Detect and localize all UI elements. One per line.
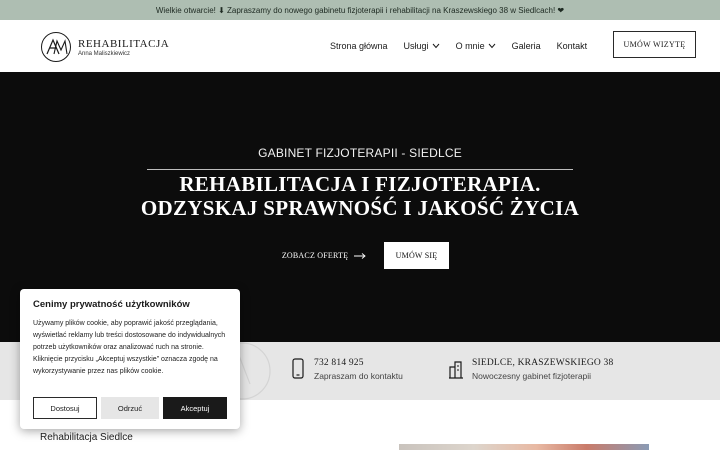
phone-caption: Zapraszam do kontaktu [314, 371, 403, 381]
nav-item-label: Galeria [511, 41, 541, 51]
info-address-text: SIEDLCE, KRASZEWSKIEGO 38 Nowoczesny gab… [472, 358, 613, 381]
nav-item-contact[interactable]: Kontakt [557, 41, 588, 51]
cookie-title: Cenimy prywatność użytkowników [33, 299, 190, 310]
nav-item-gallery[interactable]: Galeria [512, 41, 541, 51]
hero-divider [147, 169, 573, 170]
cookie-customize-button[interactable]: Dostosuj [33, 397, 97, 419]
hero-title-line1: REHABILITACJA I FIZJOTERAPIA. [179, 172, 541, 196]
see-offer-button[interactable]: ZOBACZ OFERTĘ [270, 242, 378, 269]
address-caption: Nowoczesny gabinet fizjoterapii [472, 371, 592, 381]
phone-number: 732 814 925 [314, 358, 364, 368]
nav-item-label: Usługi [403, 41, 429, 51]
chevron-down-icon [488, 43, 495, 49]
info-phone[interactable]: 732 814 925 Zapraszam do kontaktu [290, 358, 403, 381]
logo-text: REHABILITACJA Anna Maliszkiewicz [78, 38, 169, 57]
nav-item-services[interactable]: Usługi [404, 41, 440, 51]
site-header: REHABILITACJA Anna Maliszkiewicz Strona … [0, 20, 720, 72]
building-icon [449, 361, 463, 379]
cookie-buttons: Dostosuj Odrzuć Akceptuj [33, 397, 227, 419]
see-offer-label: ZOBACZ OFERTĘ [281, 251, 349, 260]
logo-monogram-icon [41, 32, 71, 62]
gallery-photo [399, 444, 649, 450]
nav-item-label: Strona główna [330, 41, 388, 51]
nav-item-home[interactable]: Strona główna [330, 41, 388, 51]
logo-title: REHABILITACJA [78, 37, 170, 50]
main-nav: Strona główna Usługi O mnie Galeria Kont… [330, 20, 603, 72]
nav-item-label: Kontakt [556, 41, 588, 51]
announcement-text: Wielkie otwarcie! ⬇ Zapraszamy do nowego… [155, 5, 565, 15]
cookie-description: Używamy plików cookie, aby poprawić jako… [33, 320, 226, 375]
info-phone-text: 732 814 925 Zapraszam do kontaktu [314, 358, 403, 381]
cookie-accept-button[interactable]: Akceptuj [163, 397, 227, 419]
book-button[interactable]: UMÓW SIĘ [384, 242, 449, 269]
phone-icon [292, 358, 304, 379]
book-visit-button[interactable]: UMÓW WIZYTĘ [613, 31, 696, 58]
hero-title-line2: ODZYSKAJ SPRAWNOŚĆ I JAKOŚĆ ŻYCIA [140, 196, 580, 220]
hero-kicker: GABINET FIZJOTERAPII - SIEDLCE [258, 146, 462, 160]
site-logo[interactable]: REHABILITACJA Anna Maliszkiewicz [40, 31, 169, 63]
address-line: SIEDLCE, KRASZEWSKIEGO 38 [472, 358, 614, 368]
arrow-right-icon [354, 252, 366, 259]
announcement-bar: Wielkie otwarcie! ⬇ Zapraszamy do nowego… [0, 0, 720, 20]
chevron-down-icon [432, 43, 439, 49]
cookie-reject-button[interactable]: Odrzuć [101, 397, 159, 419]
section-title: Rehabilitacja Siedlce [40, 432, 133, 443]
info-address: SIEDLCE, KRASZEWSKIEGO 38 Nowoczesny gab… [448, 358, 613, 381]
logo-subtitle: Anna Maliszkiewicz [78, 50, 131, 57]
hero-title: REHABILITACJA I FIZJOTERAPIA. ODZYSKAJ S… [0, 172, 720, 220]
nav-item-about[interactable]: O mnie [456, 41, 496, 51]
cookie-consent-dialog: Cenimy prywatność użytkowników Używamy p… [20, 289, 240, 429]
nav-item-label: O mnie [455, 41, 485, 51]
